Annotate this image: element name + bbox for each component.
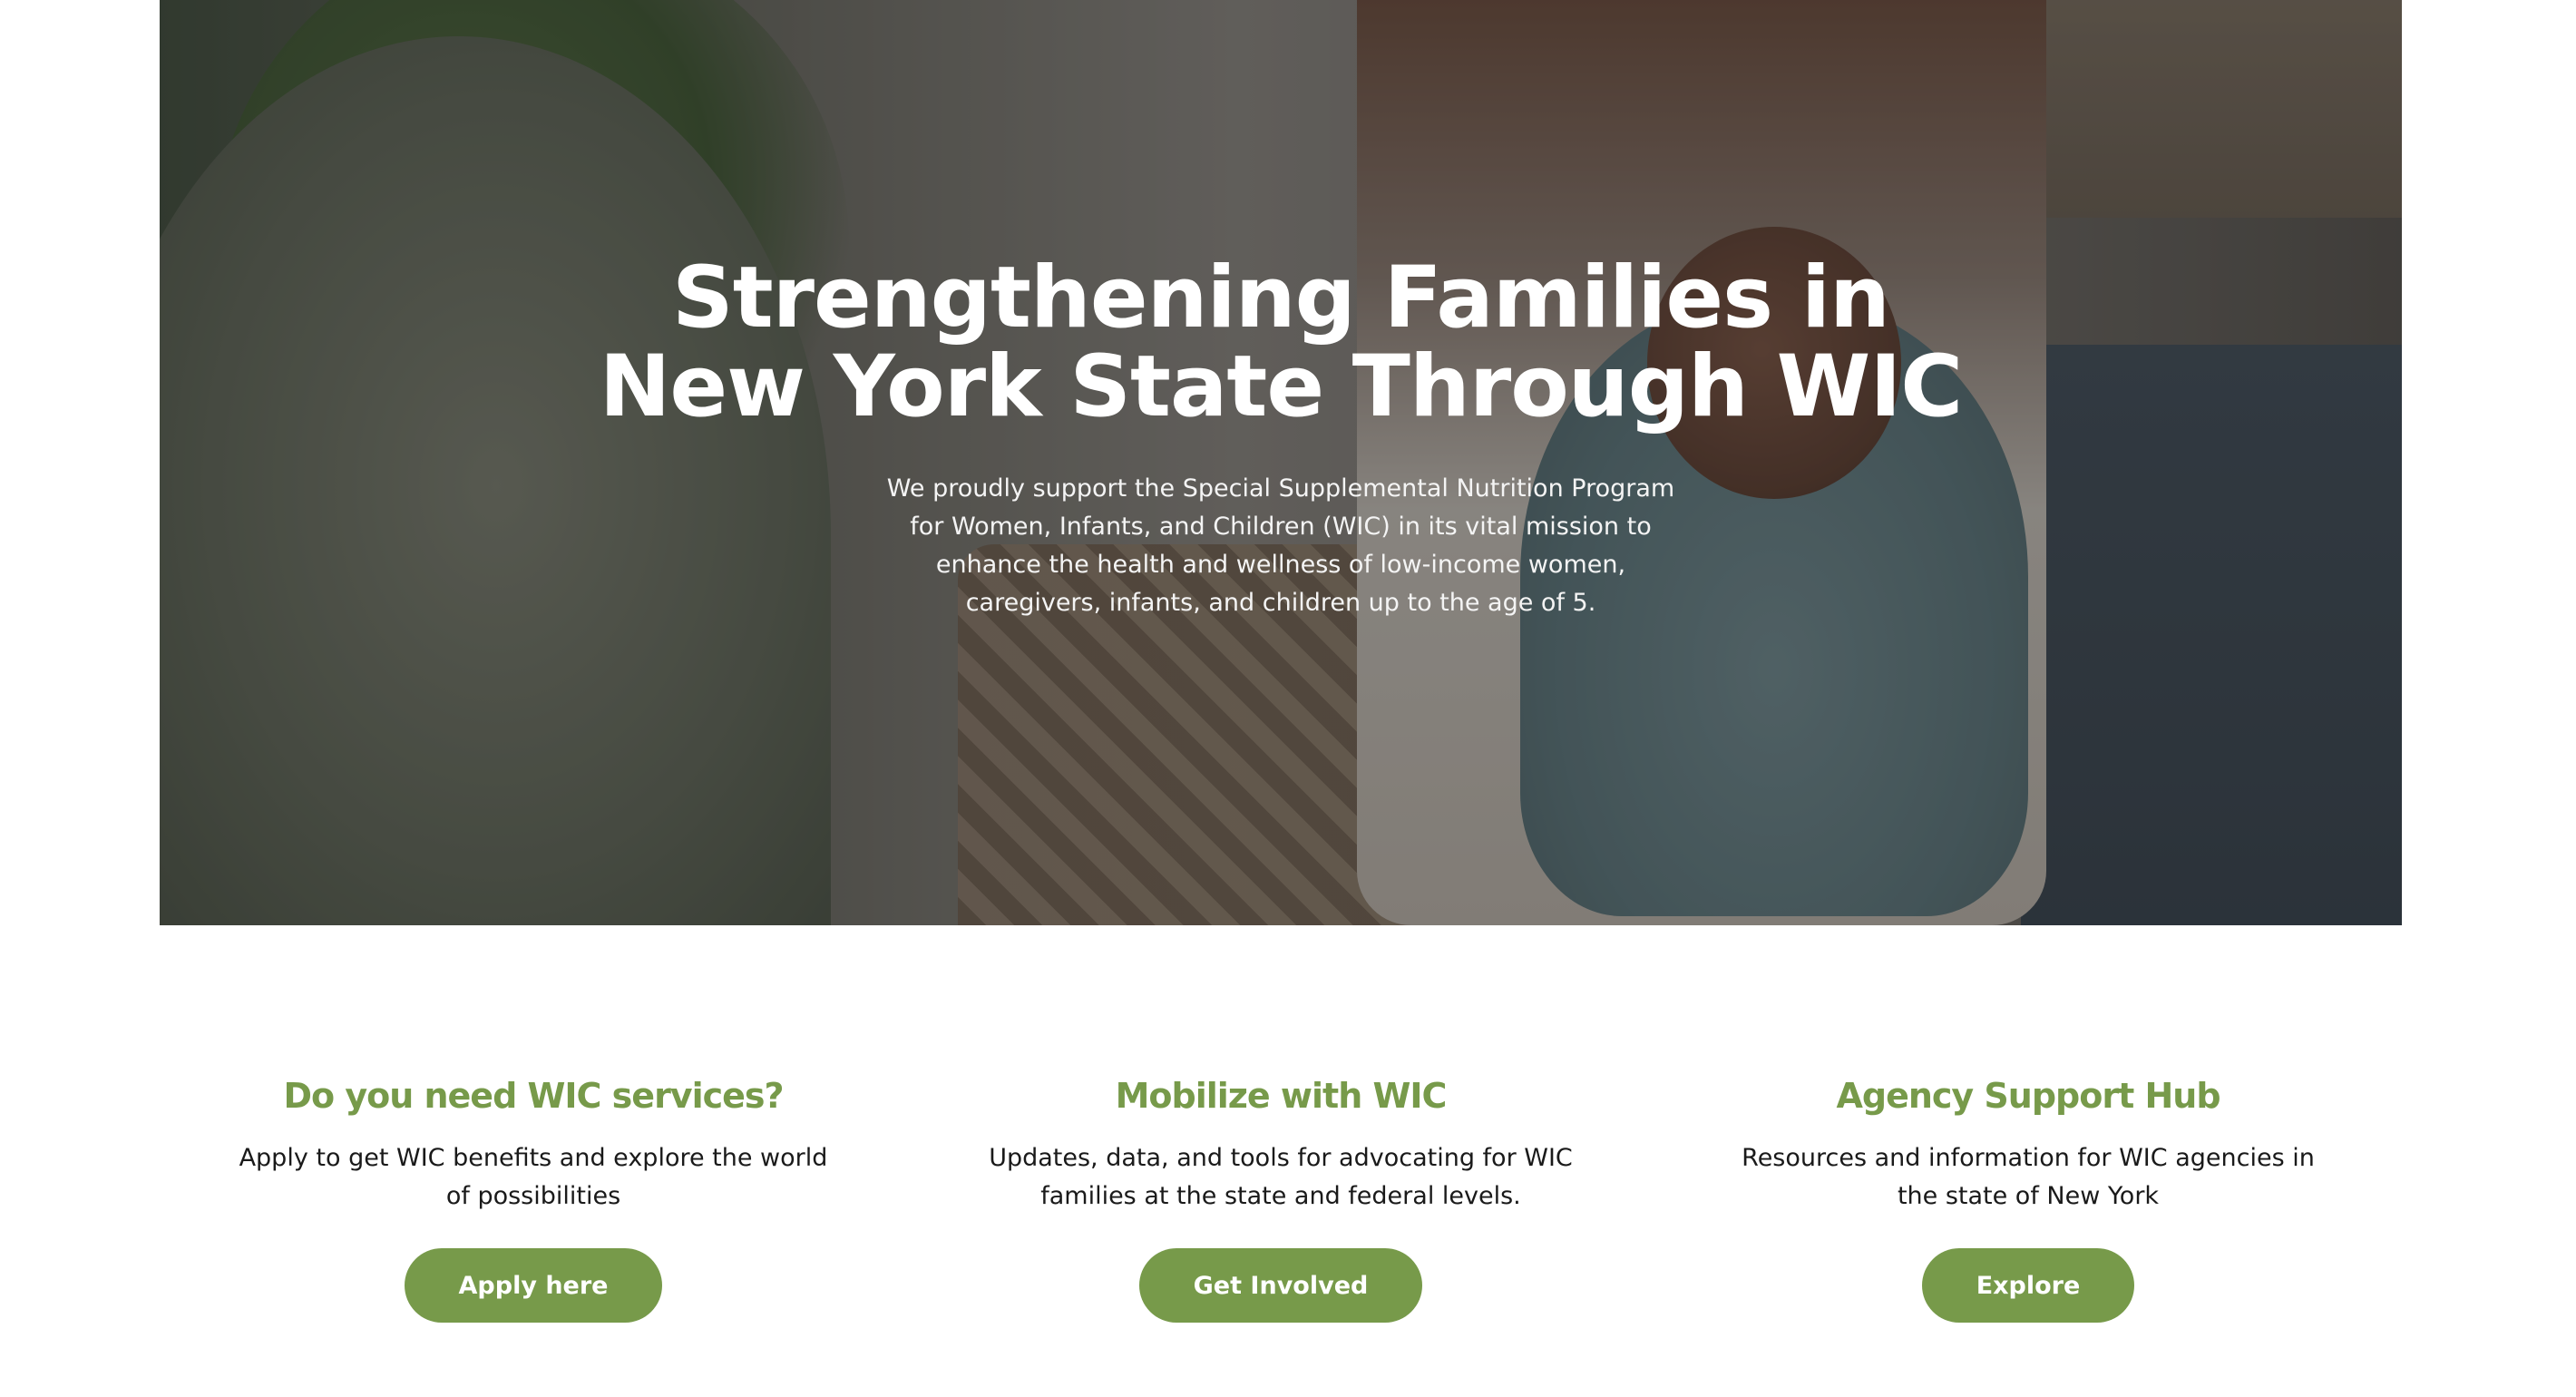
hero-title: Strengthening Families in New York State…	[599, 249, 1964, 436]
card-wic-services: Do you need WIC services? Apply to get W…	[160, 1070, 907, 1379]
card-agency-support: Agency Support Hub Resources and informa…	[1654, 1070, 2402, 1379]
page: Strengthening Families in New York State…	[0, 0, 2576, 1397]
card-description: Apply to get WIC benefits and explore th…	[239, 1144, 828, 1210]
card-title: Do you need WIC services?	[283, 1076, 784, 1116]
hero-banner: Strengthening Families in New York State…	[160, 0, 2402, 925]
services-cards: Do you need WIC services? Apply to get W…	[160, 1070, 2402, 1379]
apply-here-button[interactable]: Apply here	[404, 1248, 663, 1323]
hero-description: We proudly support the Special Supplemen…	[886, 474, 1675, 617]
card-mobilize: Mobilize with WIC Updates, data, and too…	[907, 1070, 1654, 1379]
explore-button[interactable]: Explore	[1921, 1248, 2135, 1323]
get-involved-button[interactable]: Get Involved	[1138, 1248, 1423, 1323]
card-description: Updates, data, and tools for advocating …	[989, 1144, 1573, 1210]
card-title: Agency Support Hub	[1836, 1076, 2220, 1116]
hero-content: Strengthening Families in New York State…	[160, 254, 2402, 622]
card-description: Resources and information for WIC agenci…	[1742, 1144, 2315, 1210]
card-title: Mobilize with WIC	[1115, 1076, 1448, 1116]
